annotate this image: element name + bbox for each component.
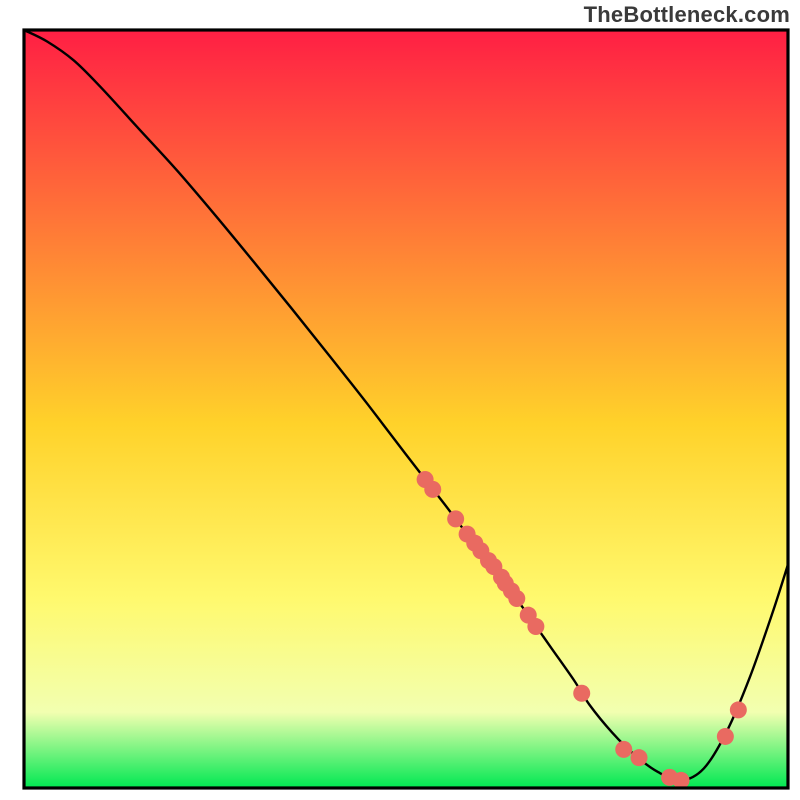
- curve-dot: [424, 481, 441, 498]
- curve-dot: [631, 749, 648, 766]
- curve-dot: [673, 772, 690, 789]
- curve-dot: [615, 741, 632, 758]
- curve-dot: [447, 510, 464, 527]
- curve-dot: [717, 728, 734, 745]
- curve-dot: [508, 590, 525, 607]
- bottleneck-chart: [0, 0, 800, 800]
- watermark-label: TheBottleneck.com: [584, 2, 790, 28]
- plot-background: [24, 30, 788, 788]
- curve-dot: [730, 701, 747, 718]
- curve-dot: [573, 685, 590, 702]
- chart-container: TheBottleneck.com: [0, 0, 800, 800]
- curve-dot: [527, 618, 544, 635]
